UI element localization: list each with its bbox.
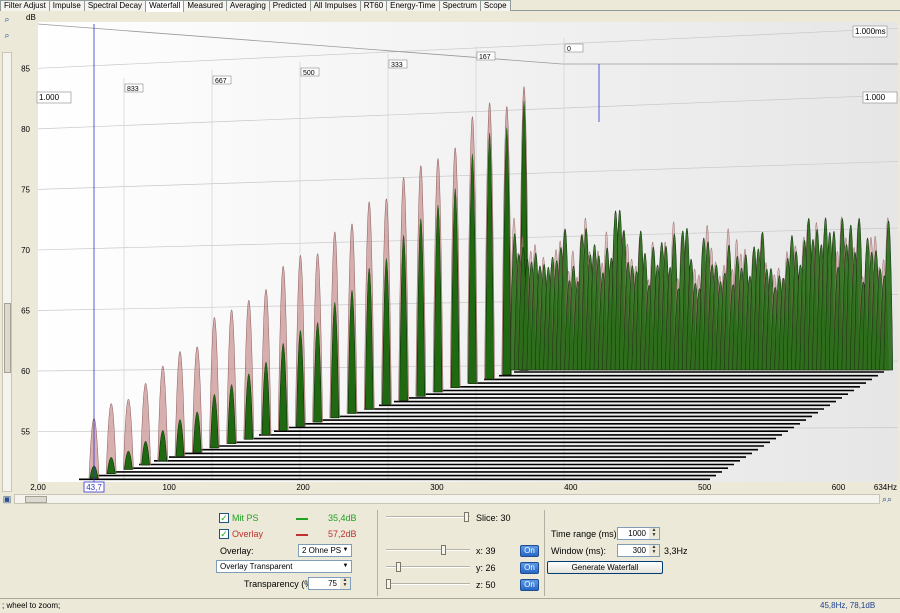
tab-spectrum[interactable]: Spectrum bbox=[438, 0, 481, 11]
time-axis-label: 1.000ms bbox=[855, 27, 886, 36]
chevron-down-icon: ▼ bbox=[342, 547, 349, 553]
x-label: x: 39 bbox=[476, 546, 496, 556]
mitps-label: Mit PS bbox=[232, 513, 259, 523]
generate-waterfall-button[interactable]: Generate Waterfall bbox=[547, 561, 663, 574]
window-frequency: 3,3Hz bbox=[664, 546, 688, 556]
tab-bar: Filter Adjust Impulse Spectral Decay Waterf… bbox=[0, 0, 900, 12]
waterfall-plot[interactable]: 85 80 75 70 65 60 55 dB 833 667 500 333 167 0 1.000ms 1… bbox=[14, 12, 900, 493]
spin-arrows-icon[interactable]: ▲ ▼ bbox=[649, 545, 659, 556]
x-slider[interactable] bbox=[386, 545, 470, 555]
mitps-value: 35,4dB bbox=[328, 513, 357, 523]
horizontal-scroll-thumb[interactable] bbox=[25, 496, 47, 503]
overlay-mode-select[interactable]: Overlay Transparent ▼ bbox=[216, 560, 352, 573]
save-icon[interactable]: ▣ bbox=[1, 494, 13, 505]
tab-measured[interactable]: Measured bbox=[183, 0, 227, 11]
y-tick-label: 55 bbox=[21, 428, 30, 437]
y-tick-label: 75 bbox=[21, 185, 30, 194]
overlay-series-label: Overlay bbox=[232, 529, 264, 539]
left-scale-label: 1.000 bbox=[39, 93, 60, 102]
controls-panel: ✓ Mit PS 35,4dB ✓ Overlay 57,2dB Overlay… bbox=[0, 506, 900, 598]
overlay-select[interactable]: 2 Ohne PS ▼ bbox=[298, 544, 352, 557]
cursor-value: 43,7 bbox=[86, 483, 102, 492]
zoom-in-icon[interactable]: ⌕ bbox=[1, 14, 13, 25]
left-toolbar: ⌕ ⌕ ▣ bbox=[0, 12, 14, 508]
zoom-out-icon[interactable]: ⌕ bbox=[1, 30, 13, 41]
zoom-x-icon[interactable]: ⌕⌕ bbox=[882, 494, 892, 505]
mitps-color-swatch bbox=[296, 518, 308, 520]
window-spinner[interactable]: 300 ▲ ▼ bbox=[617, 544, 660, 557]
tab-averaging[interactable]: Averaging bbox=[225, 0, 270, 11]
z-on-button[interactable]: On bbox=[520, 579, 539, 591]
time-tick-label: 833 bbox=[127, 86, 139, 93]
time-range-label: Time range (ms): bbox=[551, 529, 620, 539]
divider bbox=[377, 510, 378, 596]
chevron-down-icon: ▼ bbox=[342, 563, 349, 569]
tab-waterfall[interactable]: Waterfall bbox=[145, 0, 185, 12]
x-tick-label: 2,00 bbox=[30, 483, 46, 492]
slice-slider[interactable] bbox=[386, 512, 470, 522]
time-tick-label: 667 bbox=[215, 78, 227, 85]
tab-rt60[interactable]: RT60 bbox=[359, 0, 388, 11]
x-tick-label: 200 bbox=[296, 483, 310, 492]
x-tick-label: 300 bbox=[430, 483, 444, 492]
y-label: y: 26 bbox=[476, 563, 496, 573]
x-end-label: 634Hz bbox=[874, 483, 897, 492]
x-on-button[interactable]: On bbox=[520, 545, 539, 557]
status-hint: ; wheel to zoom; bbox=[2, 601, 61, 610]
y-on-button[interactable]: On bbox=[520, 562, 539, 574]
vertical-scrollbar[interactable] bbox=[2, 52, 12, 492]
x-tick-label: 100 bbox=[163, 483, 177, 492]
time-range-spinner[interactable]: 1000 ▲ ▼ bbox=[617, 527, 660, 540]
z-label: z: 50 bbox=[476, 580, 496, 590]
vertical-scroll-thumb[interactable] bbox=[4, 303, 11, 373]
spin-arrows-icon[interactable]: ▲ ▼ bbox=[340, 578, 350, 589]
y-unit-label: dB bbox=[26, 13, 36, 22]
y-slider[interactable] bbox=[386, 562, 470, 572]
status-bar: ; wheel to zoom; 45,8Hz, 78,1dB bbox=[0, 598, 900, 613]
right-scale-label: 1.000 bbox=[865, 93, 886, 102]
window-value: 300 bbox=[632, 546, 646, 555]
time-tick-label: 167 bbox=[479, 54, 491, 61]
tab-impulse[interactable]: Impulse bbox=[48, 0, 85, 11]
tab-filter-adjust[interactable]: Filter Adjust bbox=[0, 0, 50, 11]
overlay-color-swatch bbox=[296, 534, 308, 536]
transparency-spinner[interactable]: 75 ▲ ▼ bbox=[308, 577, 351, 590]
x-tick-label: 600 bbox=[832, 483, 846, 492]
divider bbox=[544, 510, 545, 596]
y-tick-label: 60 bbox=[21, 367, 30, 376]
slice-label: Slice: 30 bbox=[476, 513, 511, 523]
tab-scope[interactable]: Scope bbox=[479, 0, 511, 11]
overlay-mode-value: Overlay Transparent bbox=[220, 562, 293, 571]
overlay-label: Overlay: bbox=[220, 546, 254, 556]
spin-arrows-icon[interactable]: ▲ ▼ bbox=[649, 528, 659, 539]
x-tick-label: 400 bbox=[564, 483, 578, 492]
overlay-select-value: 2 Ohne PS bbox=[302, 546, 342, 555]
overlay-checkbox[interactable]: ✓ bbox=[219, 529, 229, 539]
z-slider[interactable] bbox=[386, 579, 470, 589]
waterfall-svg: 85 80 75 70 65 60 55 dB 833 667 500 333 167 0 1.000ms 1… bbox=[21, 13, 899, 493]
time-tick-label: 333 bbox=[391, 62, 403, 69]
time-tick-label: 0 bbox=[567, 46, 571, 53]
y-tick-label: 70 bbox=[21, 246, 30, 255]
tab-all-impulses[interactable]: All Impulses bbox=[309, 0, 361, 11]
x-tick-label: 500 bbox=[698, 483, 712, 492]
time-range-value: 1000 bbox=[628, 529, 646, 538]
horizontal-scrollbar[interactable] bbox=[14, 494, 880, 504]
tab-predicted[interactable]: Predicted bbox=[268, 0, 311, 11]
overlay-value: 57,2dB bbox=[328, 529, 357, 539]
transparency-label: Transparency (%) bbox=[244, 579, 316, 589]
y-tick-label: 80 bbox=[21, 125, 30, 134]
cursor-readout: 45,8Hz, 78,1dB bbox=[820, 601, 876, 610]
mitps-checkbox[interactable]: ✓ bbox=[219, 513, 229, 523]
y-tick-label: 65 bbox=[21, 306, 30, 315]
y-tick-label: 85 bbox=[21, 64, 30, 73]
transparency-value: 75 bbox=[328, 579, 337, 588]
tab-spectral-decay[interactable]: Spectral Decay bbox=[83, 0, 147, 11]
window-label: Window (ms): bbox=[551, 546, 607, 556]
time-tick-label: 500 bbox=[303, 70, 315, 77]
tab-energy-time[interactable]: Energy-Time bbox=[386, 0, 440, 11]
